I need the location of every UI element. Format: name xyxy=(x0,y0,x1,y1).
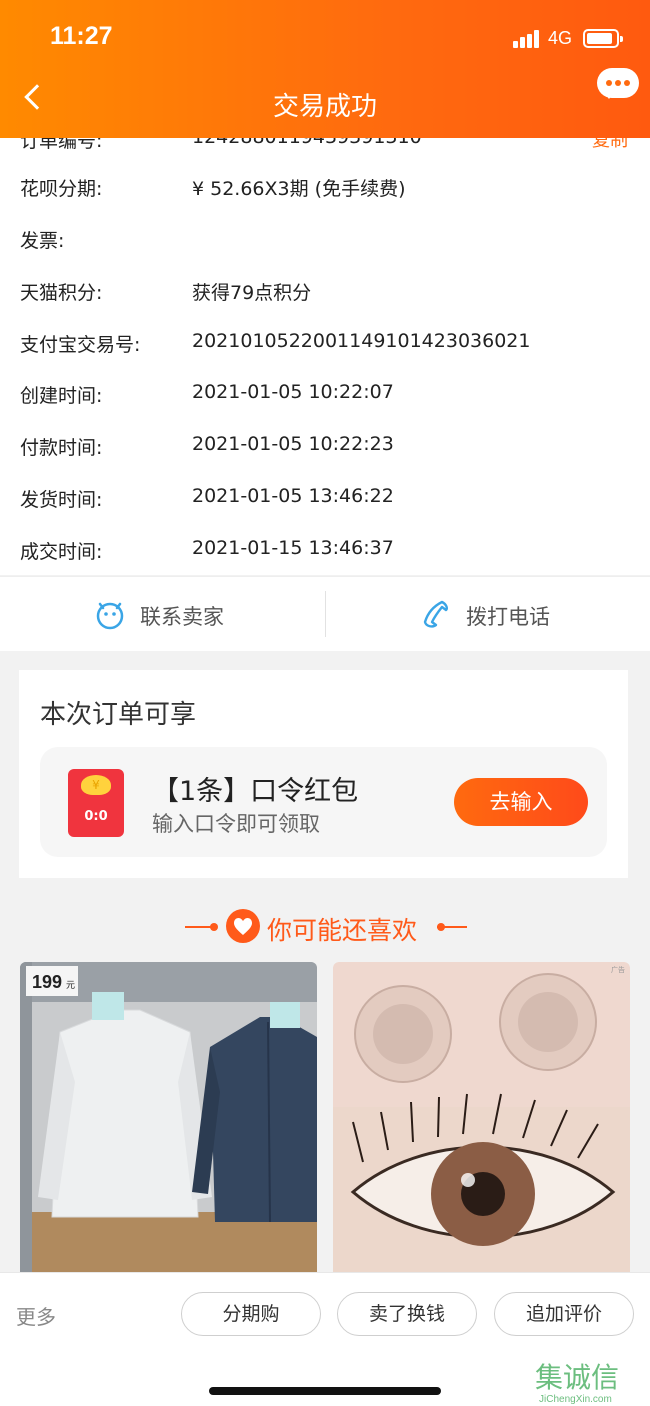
info-value: 2021-01-05 13:46:22 xyxy=(192,485,394,507)
resell-button[interactable]: 卖了换钱 xyxy=(337,1292,477,1336)
bottom-action-bar: 更多 分期购 卖了换钱 追加评价 集诚信 JiChengXin.com xyxy=(0,1272,650,1406)
red-packet-face: 0:0 xyxy=(84,809,108,824)
contact-seller-button[interactable]: 联系卖家 xyxy=(0,577,325,652)
coupon-subtitle: 输入口令即可领取 xyxy=(152,812,320,836)
price-tag: 199 xyxy=(32,972,62,992)
info-value: 2021-01-05 10:22:23 xyxy=(192,433,394,455)
info-value: 2021-01-05 10:22:07 xyxy=(192,381,394,403)
info-label: 支付宝交易号: xyxy=(20,334,141,356)
info-value: ¥ 52.66X3期 (免手续费) xyxy=(192,178,406,200)
deco-dot xyxy=(210,923,218,931)
order-benefit-card: 本次订单可享 ¥ 0:0 【1条】口令红包 输入口令即可领取 去输入 xyxy=(19,670,628,878)
ad-label: 广告 xyxy=(611,965,625,974)
info-value: 2021-01-15 13:46:37 xyxy=(192,537,394,559)
contact-bar: 联系卖家 拨打电话 xyxy=(0,576,650,651)
call-phone-button[interactable]: 拨打电话 xyxy=(326,577,650,652)
watermark-text: 集诚信 xyxy=(535,1361,619,1394)
info-value: 获得79点积分 xyxy=(192,282,312,304)
app-header: 11:27 4G 交易成功 xyxy=(0,0,650,138)
coupon-item[interactable]: ¥ 0:0 【1条】口令红包 输入口令即可领取 去输入 xyxy=(40,747,607,857)
red-packet-icon: ¥ 0:0 xyxy=(68,769,124,837)
info-label: 创建时间: xyxy=(20,385,103,407)
info-label: 发票: xyxy=(20,230,65,252)
watermark-logo: 集诚信 JiChengXin.com xyxy=(535,1361,619,1405)
go-input-button[interactable]: 去输入 xyxy=(454,778,588,826)
jacket-image: 199 元 xyxy=(20,962,317,1282)
network-type: 4G xyxy=(548,28,573,48)
contact-lens-image: 广告 xyxy=(333,962,630,1282)
signal-icon xyxy=(513,30,541,48)
message-icon[interactable] xyxy=(597,68,639,99)
info-row: 成交时间: 2021-01-15 13:46:37 xyxy=(0,537,650,567)
price-tag-unit: 元 xyxy=(66,981,75,991)
contact-seller-label: 联系卖家 xyxy=(140,605,224,629)
product-card-lens[interactable]: 广告 xyxy=(333,962,630,1282)
call-phone-label: 拨打电话 xyxy=(466,605,550,629)
deco-line xyxy=(437,926,467,928)
watermark-url: JiChengXin.com xyxy=(539,1394,612,1405)
installment-buy-button[interactable]: 分期购 xyxy=(181,1292,321,1336)
recommend-title: 你可能还喜欢 xyxy=(267,916,418,945)
add-review-button[interactable]: 追加评价 xyxy=(494,1292,634,1336)
battery-icon xyxy=(583,29,623,48)
phone-icon xyxy=(423,600,448,628)
heart-icon xyxy=(226,909,260,943)
info-value: 2021010522001149101423036021 xyxy=(192,330,531,352)
product-card-jacket[interactable]: 199 元 xyxy=(20,962,317,1282)
info-row: 天猫积分: 获得79点积分 xyxy=(0,278,650,308)
coupon-title: 【1条】口令红包 xyxy=(152,776,359,807)
recommend-heading: 你可能还喜欢 xyxy=(0,905,650,949)
more-button[interactable]: 更多 xyxy=(16,1301,56,1330)
page-title: 交易成功 xyxy=(272,92,377,122)
info-row: 花呗分期: ¥ 52.66X3期 (免手续费) xyxy=(0,174,650,204)
info-label: 花呗分期: xyxy=(20,178,103,200)
info-label: 成交时间: xyxy=(20,541,103,563)
status-time: 11:27 xyxy=(50,22,113,50)
info-row: 发货时间: 2021-01-05 13:46:22 xyxy=(0,485,650,515)
info-row: 创建时间: 2021-01-05 10:22:07 xyxy=(0,381,650,411)
info-label: 发货时间: xyxy=(20,489,103,511)
home-indicator xyxy=(209,1387,441,1395)
order-info: 订单编号: 1242880119439391310 复制 花呗分期: ¥ 52.… xyxy=(0,110,650,575)
info-label: 天猫积分: xyxy=(20,282,103,304)
info-row: 支付宝交易号: 2021010522001149101423036021 xyxy=(0,330,650,360)
smile-icon xyxy=(96,602,124,630)
benefit-title: 本次订单可享 xyxy=(40,700,197,730)
info-row: 发票: xyxy=(0,226,650,256)
info-label: 付款时间: xyxy=(20,437,103,459)
info-row: 付款时间: 2021-01-05 10:22:23 xyxy=(0,433,650,463)
